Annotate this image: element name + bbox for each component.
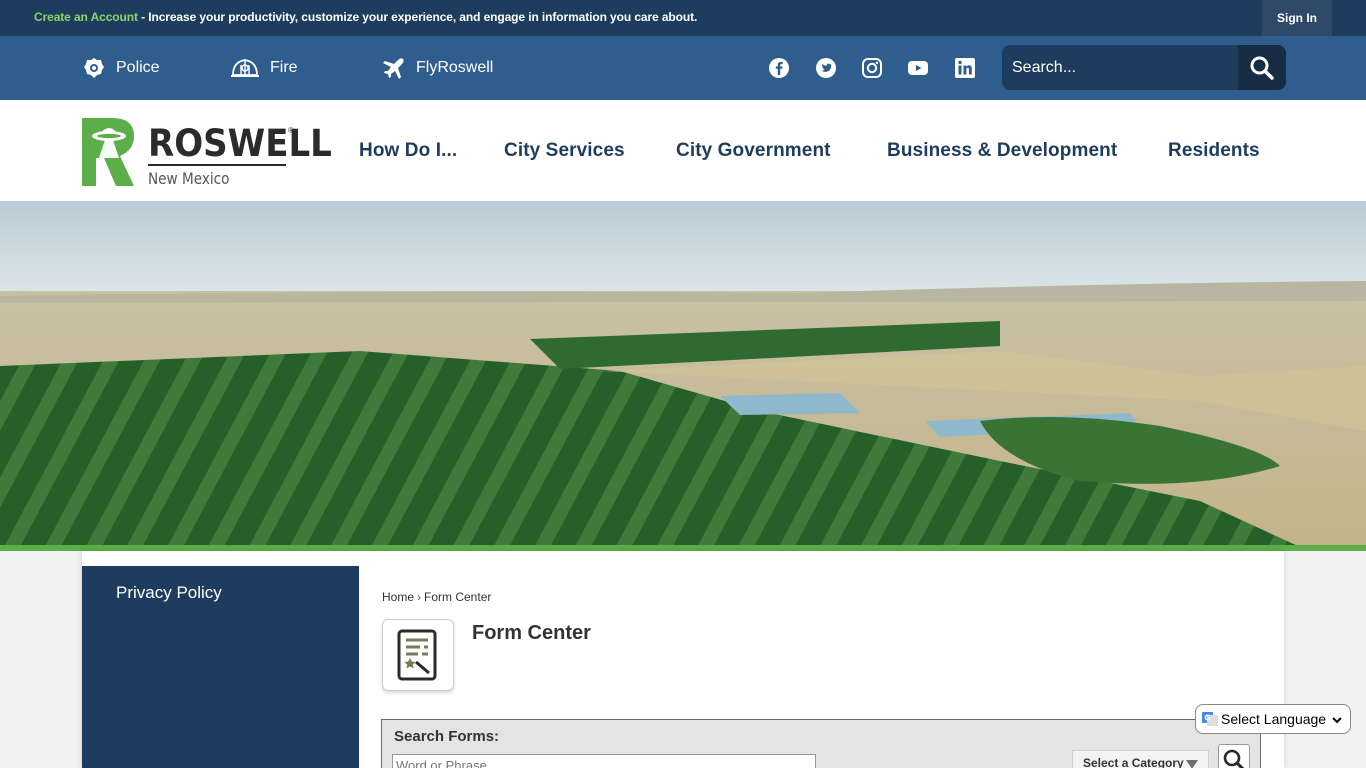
breadcrumb: Home › Form Center xyxy=(382,590,491,604)
form-search-button[interactable] xyxy=(1218,744,1250,768)
instagram-icon[interactable] xyxy=(861,57,883,79)
category-select-label: Select a Category xyxy=(1083,756,1184,768)
logo-registered-mark: ® xyxy=(288,126,294,135)
twitter-icon[interactable] xyxy=(815,57,837,79)
site-search-button[interactable] xyxy=(1238,45,1286,90)
language-select[interactable]: G Select Language xyxy=(1195,704,1351,734)
site-search xyxy=(1002,45,1286,90)
flyroswell-label: FlyRoswell xyxy=(416,59,494,76)
sidebar: Privacy Policy xyxy=(82,566,359,768)
police-label: Police xyxy=(116,59,160,76)
chevron-down-icon xyxy=(1332,717,1342,724)
linkedin-icon[interactable] xyxy=(954,57,976,79)
roswell-logo[interactable]: ROSWELL ® New Mexico xyxy=(82,114,332,188)
youtube-icon[interactable] xyxy=(907,57,929,79)
chevron-down-icon xyxy=(1186,760,1198,768)
airplane-icon xyxy=(383,58,404,79)
account-message-text: - Increase your productivity, customize … xyxy=(137,10,698,24)
logo-subtitle: New Mexico xyxy=(148,169,230,188)
search-icon xyxy=(1223,749,1245,768)
site-header: ROSWELL ® New Mexico How Do I... City Se… xyxy=(0,100,1366,201)
google-translate-icon: G xyxy=(1202,712,1218,726)
breadcrumb-current: Form Center xyxy=(424,590,492,604)
utility-bar: Police Fire FlyRoswell xyxy=(0,36,1366,100)
sign-in-button[interactable]: Sign In xyxy=(1262,0,1332,36)
fire-link[interactable]: Fire xyxy=(230,36,298,100)
create-account-link[interactable]: Create an Account xyxy=(34,10,138,24)
nav-city-services[interactable]: City Services xyxy=(504,100,625,201)
police-badge-icon xyxy=(84,58,104,78)
form-magic-wand-icon xyxy=(397,629,437,681)
sidebar-item-privacy-policy[interactable]: Privacy Policy xyxy=(116,583,222,603)
site-search-input[interactable] xyxy=(1012,53,1232,83)
form-search-input[interactable] xyxy=(392,754,816,768)
breadcrumb-home[interactable]: Home xyxy=(382,590,414,604)
facebook-icon[interactable] xyxy=(768,57,790,79)
form-search-label: Search Forms: xyxy=(394,728,500,745)
category-select[interactable]: Select a Category xyxy=(1072,750,1209,768)
search-icon xyxy=(1250,56,1274,80)
svg-text:G: G xyxy=(1204,714,1211,723)
nav-how-do-i[interactable]: How Do I... xyxy=(359,100,457,201)
form-search-panel: Search Forms: Select a Category xyxy=(381,719,1261,768)
breadcrumb-separator: › xyxy=(417,590,422,604)
fire-helmet-icon xyxy=(231,59,259,77)
hero-banner-image xyxy=(0,201,1366,547)
fire-label: Fire xyxy=(270,59,298,76)
language-select-label: Select Language xyxy=(1221,711,1327,727)
nav-business-development[interactable]: Business & Development xyxy=(887,100,1117,201)
logo-rule xyxy=(148,164,286,166)
police-link[interactable]: Police xyxy=(82,36,160,100)
top-account-bar: Create an Account - Increase your produc… xyxy=(0,0,1366,36)
flyroswell-link[interactable]: FlyRoswell xyxy=(382,36,493,100)
nav-city-government[interactable]: City Government xyxy=(676,100,831,201)
form-center-icon-tile xyxy=(382,619,454,691)
nav-residents[interactable]: Residents xyxy=(1168,100,1260,201)
page-title: Form Center xyxy=(472,622,591,644)
logo-wordmark: ROSWELL xyxy=(148,122,332,165)
roswell-r-ufo-logo-icon xyxy=(82,118,134,186)
account-message: Create an Account - Increase your produc… xyxy=(34,10,697,24)
